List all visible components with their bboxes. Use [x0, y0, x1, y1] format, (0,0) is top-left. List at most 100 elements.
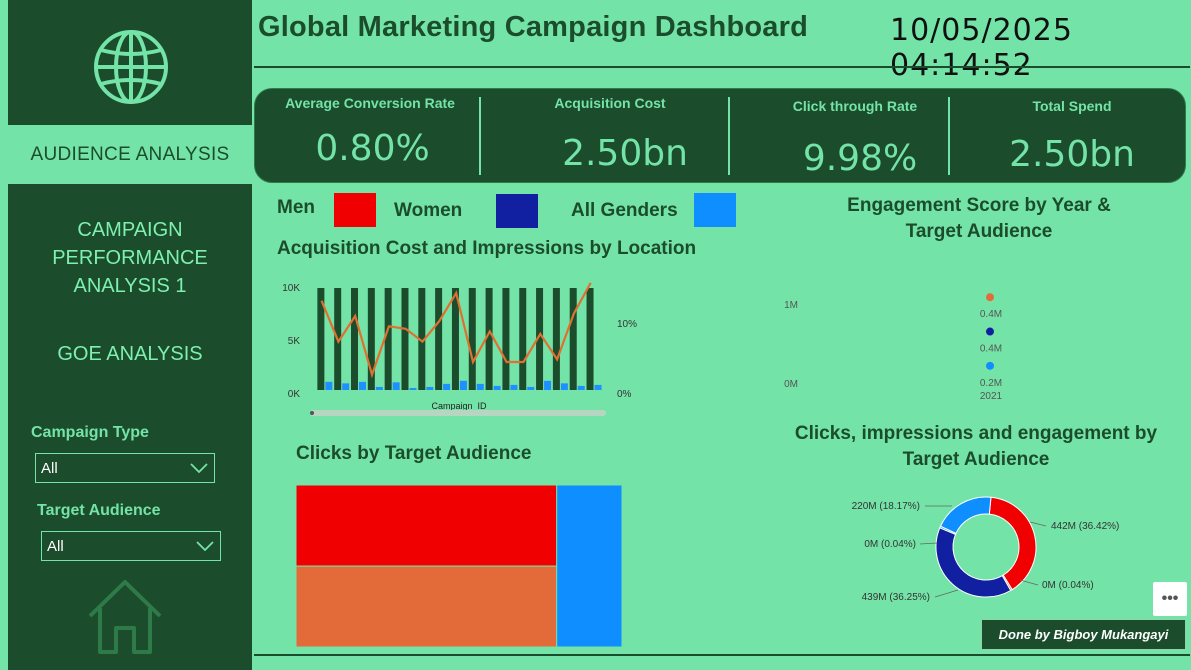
donut-chart-title: Clicks, impressions and engagement by Ta…	[794, 423, 1158, 470]
acquisition-combo-chart[interactable]: 10K 5K 0K 10% 0% Campaign_ID	[270, 278, 650, 418]
donut-data-label: 0M (0.04%)	[1042, 580, 1094, 591]
donut-data-label: 439M (36.25%)	[862, 592, 930, 603]
donut-data-label: 220M (18.17%)	[852, 501, 920, 512]
data-label: 0.2M	[980, 378, 1002, 389]
engagement-chart-title: Engagement Score by Year & Target Audien…	[847, 195, 1111, 242]
leader-line	[1019, 579, 1039, 586]
bar-impressions[interactable]	[544, 380, 552, 390]
bar-impressions[interactable]	[476, 383, 484, 390]
kpi-label-total-spend: Total Spend	[1032, 98, 1112, 114]
donut-slice[interactable]	[939, 496, 992, 534]
horizontal-scrollbar[interactable]	[310, 410, 606, 416]
dashboard-canvas: AUDIENCE ANALYSIS CAMPAIGN PERFORMANCE A…	[0, 0, 1191, 670]
bar-acquisition-cost[interactable]	[435, 288, 443, 390]
y-tick-label: 0K	[288, 389, 301, 400]
datetime-display: 10/05/2025 04:14:52	[890, 13, 1073, 83]
kpi-value-conversion: 0.80%	[315, 128, 430, 169]
legend-label-women: Women	[394, 200, 463, 221]
scatter-point[interactable]	[986, 327, 994, 336]
y2-tick-label: 10%	[617, 319, 637, 330]
treemap-node[interactable]	[296, 485, 558, 567]
bar-acquisition-cost[interactable]	[401, 288, 409, 390]
bar-acquisition-cost[interactable]	[502, 288, 510, 390]
kpi-separator	[728, 97, 730, 175]
home-icon[interactable]	[86, 578, 164, 661]
y-tick-label: 10K	[282, 283, 300, 294]
x-tick-label: 2021	[980, 391, 1003, 402]
y-tick-label: 5K	[288, 336, 301, 347]
bar-acquisition-cost[interactable]	[468, 288, 476, 390]
donut-slice[interactable]	[935, 527, 1012, 598]
bar-impressions[interactable]	[375, 386, 383, 390]
kpi-separator	[948, 97, 950, 175]
chevron-down-icon	[196, 541, 214, 551]
y2-tick-label: 0%	[617, 389, 632, 400]
bar-acquisition-cost[interactable]	[351, 288, 359, 390]
acquisition-chart-title: Acquisition Cost and Impressions by Loca…	[277, 238, 697, 259]
target-audience-label: Target Audience	[37, 502, 161, 519]
bar-impressions[interactable]	[527, 386, 535, 390]
more-options-button[interactable]: •••	[1153, 582, 1187, 616]
clicks-treemap-chart[interactable]	[296, 485, 624, 649]
bar-impressions[interactable]	[409, 387, 417, 390]
kpi-value-ctr: 9.98%	[802, 138, 918, 179]
campaign-type-label: Campaign Type	[31, 424, 149, 441]
bar-impressions[interactable]	[560, 383, 568, 390]
nav-campaign-performance[interactable]: CAMPAIGN PERFORMANCE ANALYSIS 1	[8, 216, 252, 300]
bar-acquisition-cost[interactable]	[519, 288, 527, 390]
donut-data-label: 442M (36.42%)	[1051, 521, 1119, 532]
data-label: 0.4M	[980, 309, 1002, 320]
scatter-point[interactable]	[986, 361, 994, 370]
bar-impressions[interactable]	[510, 384, 518, 390]
y-tick-label: 1M	[784, 300, 798, 311]
nav-label: AUDIENCE ANALYSIS	[30, 143, 230, 165]
page-title: Global Marketing Campaign Dashboard	[258, 11, 809, 43]
legend-swatch-women	[496, 194, 538, 228]
legend-swatch-men	[334, 193, 376, 227]
kpi-label-ctr: Click through Rate	[792, 98, 918, 114]
bar-impressions[interactable]	[577, 385, 585, 390]
footer-divider	[254, 654, 1190, 656]
scrollbar-handle[interactable]	[310, 411, 314, 415]
bar-impressions[interactable]	[459, 380, 467, 390]
scatter-point[interactable]	[986, 293, 994, 302]
bar-impressions[interactable]	[493, 385, 501, 390]
nav-goe-analysis[interactable]: GOE ANALYSIS	[8, 340, 252, 368]
bar-impressions[interactable]	[594, 384, 602, 390]
bar-acquisition-cost[interactable]	[586, 288, 594, 390]
y-tick-label: 0M	[784, 379, 798, 390]
campaign-type-dropdown[interactable]: All	[35, 453, 215, 483]
bar-impressions[interactable]	[443, 383, 451, 390]
engagement-scatter-chart[interactable]: 1M 0M 2021 0.4M 0.4M 0.2M	[770, 280, 1070, 405]
bar-impressions[interactable]	[342, 383, 350, 390]
nav-audience-analysis[interactable]: AUDIENCE ANALYSIS	[8, 125, 252, 184]
kpi-value-total-spend: 2.50bn	[1009, 134, 1135, 175]
bar-impressions[interactable]	[359, 381, 367, 390]
kpi-separator	[479, 97, 481, 175]
header-divider	[254, 66, 1190, 68]
chevron-down-icon	[190, 463, 208, 473]
treemap-node[interactable]	[556, 485, 623, 648]
x-axis-label: Campaign_ID	[431, 401, 487, 411]
legend-swatch-all-genders	[694, 193, 736, 227]
bar-acquisition-cost[interactable]	[569, 288, 577, 390]
nav-label: GOE ANALYSIS	[57, 343, 203, 365]
donut-slice[interactable]	[988, 496, 1037, 591]
target-audience-dropdown[interactable]: All	[41, 531, 221, 561]
clicks-donut-chart[interactable]: 442M (36.42%) 0M (0.04%) 439M (36.25%) 0M (…	[840, 480, 1140, 615]
bar-impressions[interactable]	[426, 386, 434, 390]
author-credit: Done by Bigboy Mukangayi	[981, 619, 1186, 650]
donut-data-label: 0M (0.04%)	[864, 539, 916, 550]
kpi-value-acquisition: 2.50bn	[562, 133, 688, 174]
nav-label: CAMPAIGN PERFORMANCE ANALYSIS 1	[52, 219, 208, 297]
dropdown-value: All	[47, 537, 64, 555]
treemap-node[interactable]	[296, 565, 558, 648]
bar-impressions[interactable]	[325, 381, 333, 390]
bar-acquisition-cost[interactable]	[384, 288, 392, 390]
data-label: 0.4M	[980, 344, 1002, 355]
leader-line	[1029, 521, 1047, 527]
globe-icon	[92, 28, 170, 111]
bar-acquisition-cost[interactable]	[552, 288, 560, 390]
kpi-label-conversion: Average Conversion Rate	[285, 95, 455, 111]
bar-impressions[interactable]	[392, 382, 400, 390]
